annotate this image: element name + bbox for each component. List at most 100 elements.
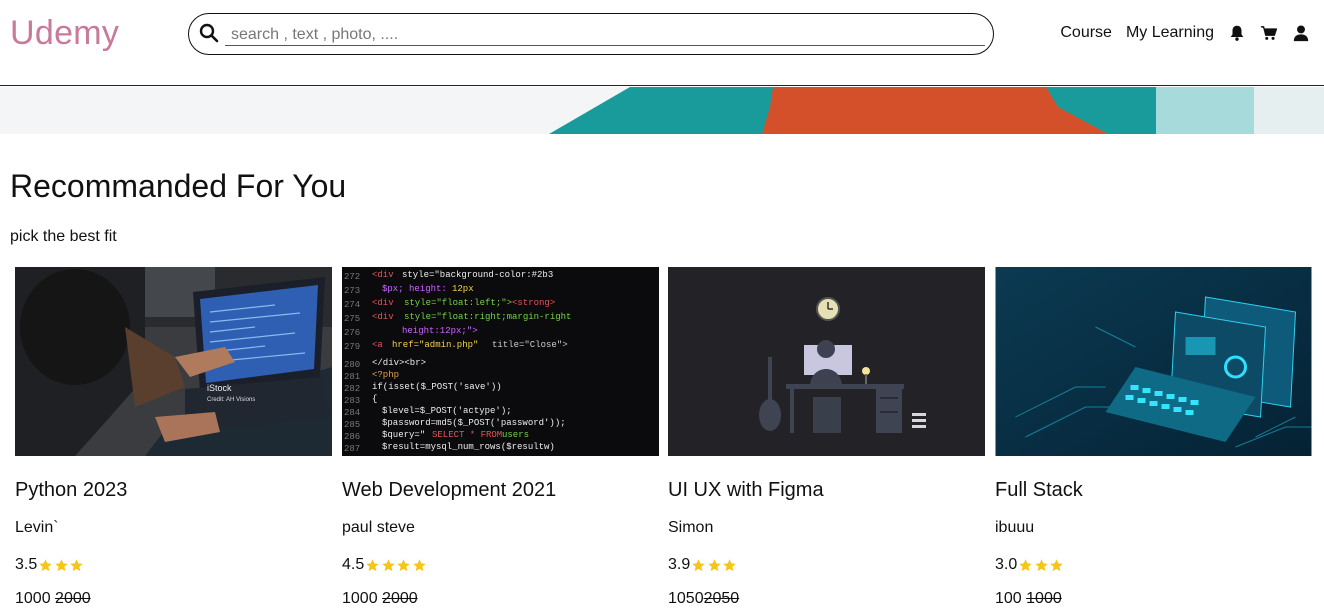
course-price: 1000 2000 [342, 590, 418, 608]
svg-text:style="float:left;">: style="float:left;"> [404, 298, 512, 308]
svg-text:273: 273 [344, 286, 360, 296]
svg-text:$query=": $query=" [382, 430, 425, 440]
original-price: 2050 [703, 590, 740, 607]
course-author: Levin` [15, 519, 59, 536]
search-icon[interactable] [199, 23, 219, 43]
course-thumbnail-web-development[interactable]: 272 <div style="background-color:#2b3 273 $… [342, 267, 659, 456]
svg-text:274: 274 [344, 300, 360, 310]
star-icon [413, 558, 426, 571]
course-author: ibuuu [995, 519, 1035, 536]
rating-stars [1018, 558, 1065, 573]
rating-stars [365, 558, 427, 573]
svg-text:286: 286 [344, 432, 360, 442]
svg-text:<div: <div [372, 312, 394, 322]
svg-text:283: 283 [344, 396, 360, 406]
star-icon [70, 558, 83, 571]
svg-text:style="float:right;margin-righ: style="float:right;margin-right [404, 312, 571, 322]
current-price: 100 [995, 590, 1022, 607]
svg-text:279: 279 [344, 342, 360, 352]
svg-text:href="admin.php": href="admin.php" [392, 340, 478, 350]
star-icon [397, 558, 410, 571]
rating-value: 3.0 [995, 556, 1018, 573]
nav-my-learning-link[interactable]: My Learning [1126, 24, 1214, 42]
rating-stars [691, 558, 738, 573]
svg-text:SELECT * FROM: SELECT * FROM [432, 430, 502, 440]
current-price: 1000 [342, 590, 378, 607]
course-price: 1000 2000 [15, 590, 91, 608]
svg-text:height:12px;">: height:12px;"> [402, 326, 478, 336]
course-title[interactable]: Full Stack [995, 479, 1083, 502]
original-price: 2000 [382, 590, 418, 607]
course-thumbnail-full-stack[interactable] [995, 267, 1312, 456]
top-nav: Course My Learning [1060, 24, 1310, 42]
course-price: 100 1000 [995, 590, 1062, 608]
course-title[interactable]: Python 2023 [15, 479, 127, 502]
svg-text:285: 285 [344, 420, 360, 430]
svg-text:276: 276 [344, 328, 360, 338]
svg-text:287: 287 [344, 444, 360, 454]
udemy-logo[interactable]: Udemy [10, 14, 119, 53]
course-card[interactable]: iStock Credit: AH Visions Python 2023 Le… [15, 267, 332, 610]
rating-value: 4.5 [342, 556, 365, 573]
svg-text:12px: 12px [452, 284, 474, 294]
svg-text:{: { [372, 394, 377, 404]
hero-banner-image [0, 87, 1324, 134]
svg-text:<div: <div [372, 270, 394, 280]
svg-text:if(isset($_POST('save')): if(isset($_POST('save')) [372, 382, 502, 392]
star-icon [39, 558, 52, 571]
star-icon [366, 558, 379, 571]
original-price: 2000 [55, 590, 91, 607]
svg-text:style="background-color:#2b3: style="background-color:#2b3 [402, 270, 553, 280]
course-rating: 4.5 [342, 556, 427, 574]
svg-text:$px; height:: $px; height: [382, 284, 447, 294]
section-title: Recommanded For You [10, 168, 347, 204]
user-icon[interactable] [1292, 24, 1310, 42]
course-price: 10502050 [668, 590, 739, 608]
rating-stars [38, 558, 85, 573]
star-icon [1019, 558, 1032, 571]
rating-value: 3.9 [668, 556, 691, 573]
section-subtitle: pick the best fit [10, 228, 117, 245]
svg-text:<?php: <?php [372, 370, 399, 380]
course-card[interactable]: UI UX with Figma Simon 3.9 10502050 [668, 267, 985, 610]
svg-text:280: 280 [344, 360, 360, 370]
course-rating: 3.9 [668, 556, 738, 574]
svg-text:iStock: iStock [207, 383, 232, 393]
star-icon [708, 558, 721, 571]
course-author: Simon [668, 519, 714, 536]
star-icon [1035, 558, 1048, 571]
svg-text:</div><br>: </div><br> [372, 358, 426, 368]
svg-text:<a: <a [372, 340, 383, 350]
course-thumbnail-python[interactable]: iStock Credit: AH Visions [15, 267, 332, 456]
search-bar[interactable] [188, 13, 994, 55]
course-rating: 3.5 [15, 556, 85, 574]
svg-text:275: 275 [344, 314, 360, 324]
course-rating: 3.0 [995, 556, 1065, 574]
star-icon [692, 558, 705, 571]
current-price: 1050 [668, 590, 704, 607]
svg-text:281: 281 [344, 372, 360, 382]
nav-course-link[interactable]: Course [1060, 24, 1112, 42]
svg-text:$result=mysql_num_rows($result: $result=mysql_num_rows($resultw) [382, 442, 555, 452]
original-price: 1000 [1026, 590, 1062, 607]
course-title[interactable]: UI UX with Figma [668, 479, 824, 502]
search-input[interactable] [225, 24, 985, 46]
cart-icon[interactable] [1260, 24, 1278, 42]
current-price: 1000 [15, 590, 51, 607]
svg-text:users: users [502, 430, 529, 440]
bell-icon[interactable] [1228, 24, 1246, 42]
course-title[interactable]: Web Development 2021 [342, 479, 556, 502]
svg-text:Credit: AH Visions: Credit: AH Visions [207, 397, 255, 403]
svg-text:$password=md5($_POST('password: $password=md5($_POST('password')); [382, 418, 566, 428]
rating-value: 3.5 [15, 556, 38, 573]
star-icon [723, 558, 736, 571]
star-icon [55, 558, 68, 571]
svg-text:title="Close">: title="Close"> [492, 340, 568, 350]
course-thumbnail-ui-ux[interactable] [668, 267, 985, 456]
course-card[interactable]: 272 <div style="background-color:#2b3 273 $… [342, 267, 659, 610]
course-author: paul steve [342, 519, 415, 536]
hero-banner [0, 87, 1324, 134]
svg-text:$level=$_POST('actype');: $level=$_POST('actype'); [382, 406, 512, 416]
course-card[interactable]: Full Stack ibuuu 3.0 100 1000 [995, 267, 1312, 610]
svg-text:284: 284 [344, 408, 360, 418]
